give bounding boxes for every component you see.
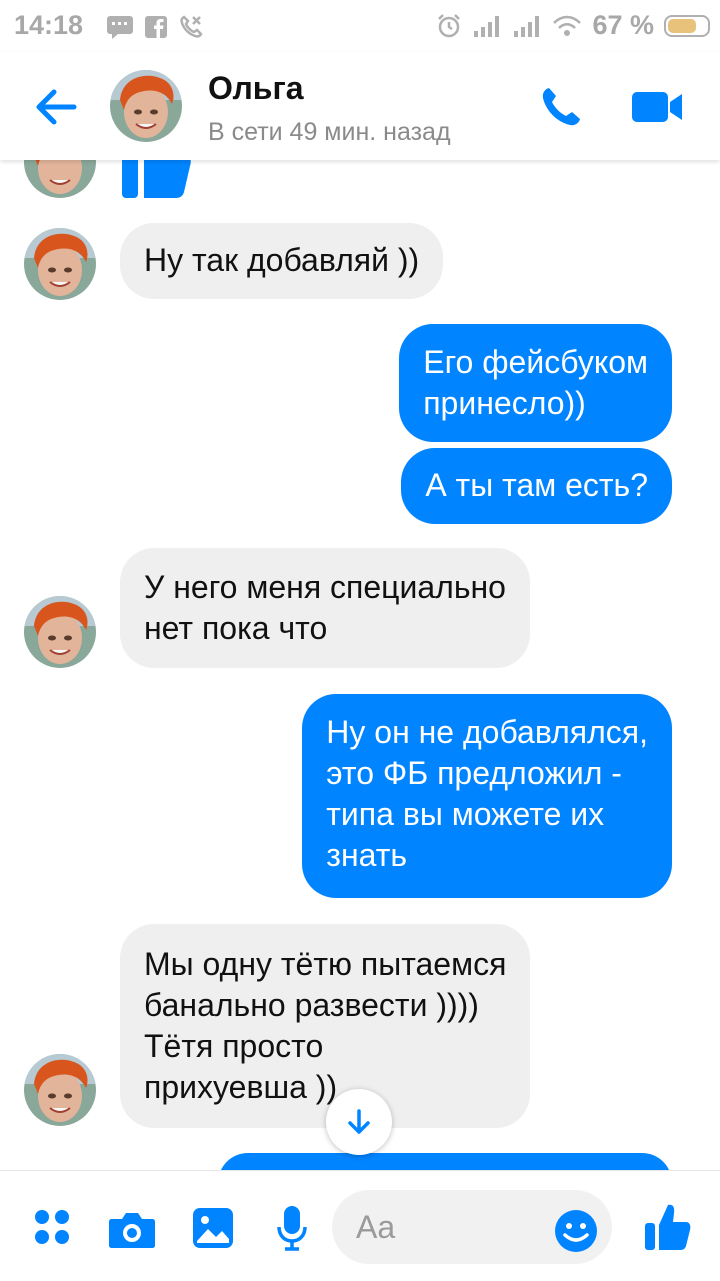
microphone-icon[interactable] xyxy=(276,1205,308,1251)
thumbs-up-icon xyxy=(122,160,191,198)
contact-avatar-small[interactable] xyxy=(24,160,96,198)
message-bubble-outgoing[interactable]: Его фейсбуком принесло)) xyxy=(399,324,672,442)
back-arrow-icon xyxy=(36,89,77,125)
alarm-icon xyxy=(438,13,461,37)
battery-icon xyxy=(664,14,710,37)
wifi-icon xyxy=(553,15,582,36)
video-camera-icon xyxy=(632,92,682,122)
message-text: Его фейсбуком принесло)) xyxy=(423,344,648,421)
missed-call-icon xyxy=(180,15,203,38)
battery-percent: 67 % xyxy=(592,10,654,40)
message-bubble-incoming[interactable]: У него меня специально нет пока что xyxy=(120,548,530,668)
message-text: Ну так добавляй )) xyxy=(144,242,420,278)
message-bubble-outgoing-partial[interactable] xyxy=(218,1153,672,1170)
contact-last-seen: В сети 49 мин. назад xyxy=(208,118,451,146)
message-text: Ну он не добавлялся, это ФБ предложил - … xyxy=(326,714,648,873)
message-bubble-incoming[interactable]: Ну так добавляй )) xyxy=(120,223,444,299)
video-call-button[interactable] xyxy=(630,86,686,128)
voice-call-button[interactable] xyxy=(536,82,586,132)
contact-avatar-small[interactable] xyxy=(24,1054,96,1126)
contact-name[interactable]: Ольга xyxy=(208,70,304,107)
emoji-button[interactable] xyxy=(554,1205,598,1252)
message-composer: Aa xyxy=(0,1170,720,1281)
message-bubble-outgoing[interactable]: Ну он не добавлялся, это ФБ предложил - … xyxy=(302,694,672,898)
chat-bubble-icon xyxy=(107,16,133,39)
signal-icon xyxy=(474,15,500,37)
back-button[interactable] xyxy=(30,82,80,132)
signal-icon xyxy=(514,15,540,37)
system-icons: 67 % xyxy=(436,10,710,41)
contact-avatar-small[interactable] xyxy=(24,228,96,300)
notification-icons xyxy=(106,14,204,40)
gallery-icon[interactable] xyxy=(192,1207,234,1249)
message-input[interactable]: Aa xyxy=(332,1190,612,1264)
message-text: У него меня специально нет пока что xyxy=(144,569,506,646)
thumbs-up-icon[interactable] xyxy=(644,1201,692,1251)
emoji-icon xyxy=(555,1210,597,1252)
status-time: 14:18 xyxy=(14,10,84,40)
message-text: Мы одну тётю пытаемся банально развести … xyxy=(144,946,507,1105)
scroll-to-bottom-button[interactable] xyxy=(326,1089,392,1155)
contact-avatar-small[interactable] xyxy=(24,596,96,668)
arrow-down-icon xyxy=(348,1109,370,1134)
phone-icon xyxy=(542,88,580,126)
apps-grid-icon[interactable] xyxy=(32,1207,72,1247)
status-bar: 14:18 67 % xyxy=(0,0,720,52)
message-bubble-outgoing[interactable]: А ты там есть? xyxy=(401,448,672,524)
message-input-placeholder: Aa xyxy=(356,1209,396,1245)
message-text: А ты там есть? xyxy=(425,467,648,503)
facebook-icon xyxy=(145,16,167,38)
camera-icon[interactable] xyxy=(108,1209,156,1249)
message-bubble-incoming[interactable]: Мы одну тётю пытаемся банально развести … xyxy=(120,924,531,1128)
conversation-header: Ольга В сети 49 мин. назад xyxy=(0,52,720,160)
message-list[interactable]: Ну так добавляй )) Его фейсбуком принесл… xyxy=(0,160,720,1170)
contact-avatar[interactable] xyxy=(110,70,182,142)
